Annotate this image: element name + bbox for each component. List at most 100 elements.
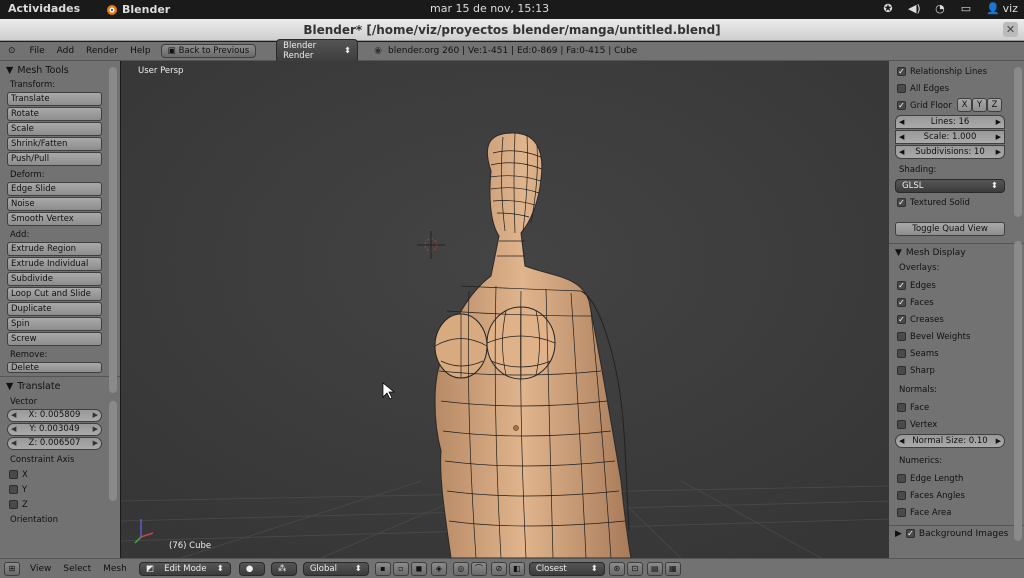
loop-cut-slide-button[interactable]: Loop Cut and Slide xyxy=(7,287,102,301)
constraint-y-checkbox[interactable]: Y xyxy=(0,482,120,497)
pivot-select[interactable]: ⁂ xyxy=(270,561,297,576)
textured-solid-checkbox[interactable]: ✓ Textured Solid xyxy=(889,195,1024,210)
grid-floor-checkbox[interactable]: ✓ Grid Floor X Y Z xyxy=(889,98,1024,113)
vector-y-field[interactable]: ◀ Y: 0.003049 ▶ xyxy=(7,423,102,436)
translate-button[interactable]: Translate xyxy=(7,92,102,106)
overlay-bevel-weights-checkbox[interactable]: Bevel Weights xyxy=(889,329,1024,344)
grid-scale-field[interactable]: ◀ Scale: 1.000 ▶ xyxy=(895,130,1005,144)
edge-select-icon[interactable]: ▫ xyxy=(392,561,409,576)
extrude-region-button[interactable]: Extrude Region xyxy=(7,242,102,256)
shrink-fatten-button[interactable]: Shrink/Fatten xyxy=(7,137,102,151)
properties-scrollbar[interactable] xyxy=(1014,67,1022,217)
3d-viewport[interactable]: User Persp (76) Cube xyxy=(121,61,889,558)
mode-select[interactable]: ◩ Edit Mode ⬍ xyxy=(138,561,231,576)
activities-button[interactable]: Actividades xyxy=(8,2,80,15)
axis-z-toggle[interactable]: Z xyxy=(987,98,1002,112)
vertex-select-icon[interactable]: ▪ xyxy=(374,561,391,576)
falloff-icon[interactable]: ⌒ xyxy=(470,561,487,576)
volume-icon[interactable]: ◀) xyxy=(908,2,921,15)
noise-button[interactable]: Noise xyxy=(7,197,102,211)
user-menu[interactable]: 👤 viz xyxy=(986,2,1018,15)
window-title: Blender* [/home/viz/proyectos blender/ma… xyxy=(303,23,721,37)
subdivide-button[interactable]: Subdivide xyxy=(7,272,102,286)
constraint-x-checkbox[interactable]: X xyxy=(0,467,120,482)
all-edges-checkbox[interactable]: All Edges xyxy=(889,81,1024,96)
viewport-shading-select[interactable]: ● xyxy=(238,561,265,576)
vector-z-field[interactable]: ◀ Z: 0.006507 ▶ xyxy=(7,437,102,450)
overlay-seams-checkbox[interactable]: Seams xyxy=(889,346,1024,361)
rotate-button[interactable]: Rotate xyxy=(7,107,102,121)
editor-type-icon[interactable]: ⊙ xyxy=(8,46,16,56)
translate-scrollbar[interactable] xyxy=(109,401,117,501)
wifi-icon[interactable]: ◔ xyxy=(934,2,946,15)
mesh-tools-panel-header[interactable]: ▼ Mesh Tools xyxy=(0,61,120,79)
vector-x-field[interactable]: ◀ X: 0.005809 ▶ xyxy=(7,409,102,422)
extrude-individual-button[interactable]: Extrude Individual xyxy=(7,257,102,271)
numerics-faces-angles-checkbox[interactable]: Faces Angles xyxy=(889,488,1024,503)
scale-button[interactable]: Scale xyxy=(7,122,102,136)
view-label: User Persp xyxy=(138,66,184,76)
menu-select[interactable]: Select xyxy=(63,564,91,574)
clock[interactable]: mar 15 de nov, 15:13 xyxy=(430,2,549,15)
spin-button[interactable]: Spin xyxy=(7,317,102,331)
snap-toggle-icon[interactable]: ⊘ xyxy=(490,561,507,576)
grid-subdivisions-field[interactable]: ◀ Subdivisions: 10 ▶ xyxy=(895,145,1005,159)
smooth-vertex-button[interactable]: Smooth Vertex xyxy=(7,212,102,226)
push-pull-button[interactable]: Push/Pull xyxy=(7,152,102,166)
close-window-button[interactable]: ✕ xyxy=(1003,22,1018,37)
overlay-edges-checkbox[interactable]: ✓ Edges xyxy=(889,278,1024,293)
grid-lines-field[interactable]: ◀ Lines: 16 ▶ xyxy=(895,115,1005,129)
shading-select[interactable]: GLSL ⬍ xyxy=(895,179,1005,193)
accessibility-icon[interactable]: ✪ xyxy=(882,2,894,15)
snap-element-icon[interactable]: ◧ xyxy=(508,561,525,576)
snap-project-icon[interactable]: ⊡ xyxy=(626,561,643,576)
toggle-quad-view-button[interactable]: Toggle Quad View xyxy=(895,222,1005,236)
overlay-edges-label: Edges xyxy=(910,280,936,291)
background-images-panel-header[interactable]: ▶ ✓ Background Images xyxy=(889,526,1024,541)
overlay-creases-checkbox[interactable]: ✓ Creases xyxy=(889,312,1024,327)
overlay-sharp-checkbox[interactable]: Sharp xyxy=(889,363,1024,378)
editor-type-icon[interactable]: ⊞ xyxy=(4,561,20,576)
axis-x-toggle[interactable]: X xyxy=(957,98,972,112)
snap-align-icon[interactable]: ⊛ xyxy=(608,561,625,576)
transform-orientation-select[interactable]: Global ⬍ xyxy=(302,561,369,576)
translate-panel-header[interactable]: ▼ Translate xyxy=(0,377,120,395)
mesh-display-panel-header[interactable]: ▼ Mesh Display xyxy=(889,244,1024,261)
overlay-bevel-weights-label: Bevel Weights xyxy=(910,331,971,342)
relationship-lines-checkbox[interactable]: ✓ Relationship Lines xyxy=(889,64,1024,79)
render-engine-select[interactable]: Blender Render ⬍ xyxy=(276,39,359,63)
viewport-canvas[interactable] xyxy=(121,61,889,558)
checkbox-checked-icon: ✓ xyxy=(897,281,906,290)
proportional-edit-icon[interactable]: ◎ xyxy=(452,561,469,576)
back-to-previous-button[interactable]: ▣ Back to Previous xyxy=(160,44,257,58)
menu-view[interactable]: View xyxy=(30,564,51,574)
axis-y-toggle[interactable]: Y xyxy=(972,98,987,112)
properties-scrollbar-lower[interactable] xyxy=(1014,241,1022,541)
overlay-faces-checkbox[interactable]: ✓ Faces xyxy=(889,295,1024,310)
face-select-icon[interactable]: ◼ xyxy=(410,561,427,576)
screw-button[interactable]: Screw xyxy=(7,332,102,346)
menu-render[interactable]: Render xyxy=(86,46,118,56)
app-menu[interactable]: Blender xyxy=(104,2,170,16)
render-image-icon[interactable]: ▤ xyxy=(646,561,663,576)
menu-add[interactable]: Add xyxy=(57,46,74,56)
menu-mesh[interactable]: Mesh xyxy=(103,564,127,574)
duplicate-button[interactable]: Duplicate xyxy=(7,302,102,316)
normal-size-field[interactable]: ◀ Normal Size: 0.10 ▶ xyxy=(895,434,1005,448)
menu-file[interactable]: File xyxy=(30,46,45,56)
constraint-z-checkbox[interactable]: Z xyxy=(0,497,120,512)
battery-icon[interactable]: ▭ xyxy=(960,2,972,15)
numerics-face-area-checkbox[interactable]: Face Area xyxy=(889,505,1024,520)
normals-vertex-checkbox[interactable]: Vertex xyxy=(889,417,1024,432)
delete-button[interactable]: Delete xyxy=(7,362,102,373)
limit-selection-icon[interactable]: ◈ xyxy=(430,561,447,576)
checkbox-checked-icon: ✓ xyxy=(897,67,906,76)
numerics-edge-length-checkbox[interactable]: Edge Length xyxy=(889,471,1024,486)
edge-slide-button[interactable]: Edge Slide xyxy=(7,182,102,196)
menu-help[interactable]: Help xyxy=(130,46,151,56)
render-animation-icon[interactable]: ▦ xyxy=(664,561,681,576)
normals-face-checkbox[interactable]: Face xyxy=(889,400,1024,415)
snap-target-select[interactable]: Closest ⬍ xyxy=(528,561,605,576)
mesh-tools-scrollbar[interactable] xyxy=(109,67,117,393)
deform-label: Deform: xyxy=(10,170,45,180)
